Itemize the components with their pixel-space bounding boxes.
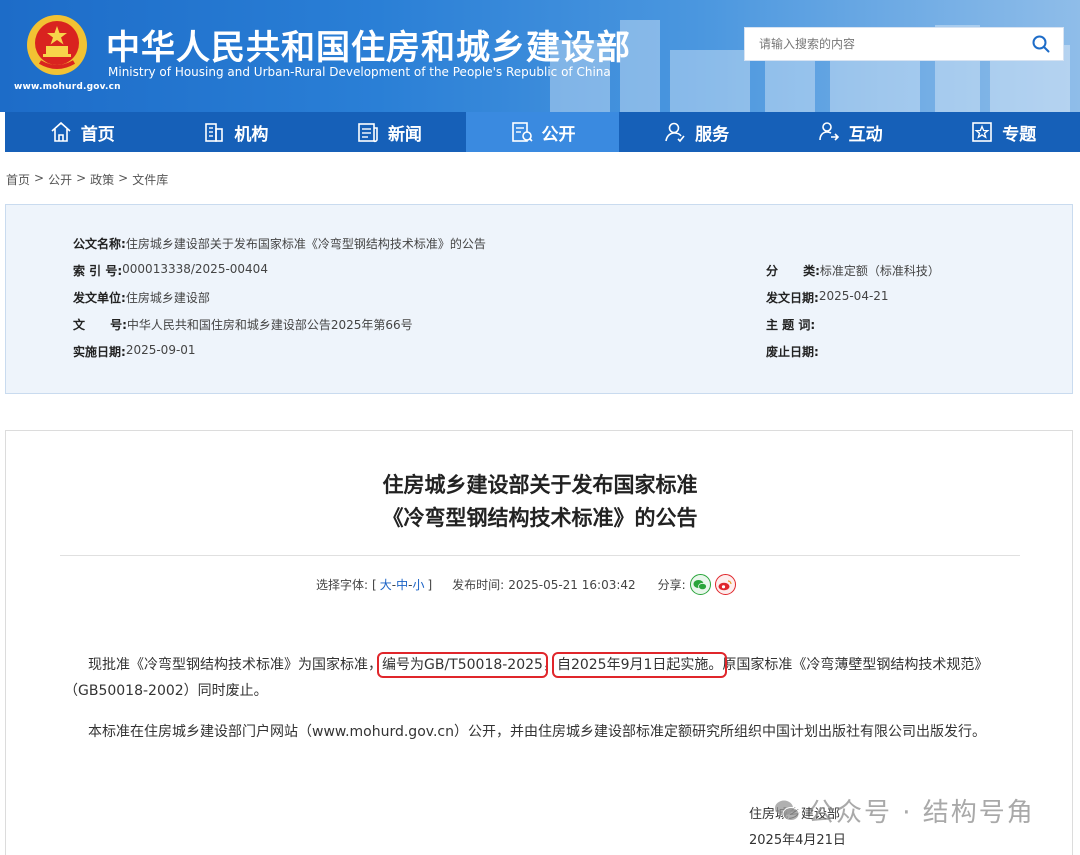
site-url: www.mohurd.gov.cn <box>14 82 121 92</box>
info-issue-date: 发文日期: 2025-04-21 <box>766 289 889 306</box>
article-paragraph-1-cont: （GB50018-2002）同时废止。 <box>64 683 268 699</box>
service-icon <box>665 122 685 143</box>
paragraph-text: ， <box>542 657 557 673</box>
site-header: www.mohurd.gov.cn 中华人民共和国住房和城乡建设部 Minist… <box>0 0 1080 112</box>
article-paragraph-1: 现批准《冷弯型钢结构技术标准》为国家标准，编号为GB/T50018-2025，自… <box>88 651 1048 679</box>
highlighted-effective-date: 自2025年9月1日起实施。 <box>551 652 728 678</box>
nav-topic-label: 专题 <box>1002 124 1037 145</box>
breadcrumb-home[interactable]: 首页 <box>6 171 30 188</box>
info-label: 索 引 号: <box>73 264 123 278</box>
font-size-medium-button[interactable]: 中 <box>396 576 408 593</box>
disclosure-icon <box>511 122 533 142</box>
search-button[interactable] <box>1019 28 1063 60</box>
publish-time-label: 发布时间: <box>452 578 505 592</box>
info-label: 文 号: <box>73 318 127 332</box>
breadcrumb-separator: > <box>118 171 129 185</box>
nav-interact-label: 互动 <box>848 124 883 145</box>
wechat-share-button[interactable] <box>689 574 711 595</box>
paragraph-text: 现批准《冷弯型钢结构技术标准》为国家标准， <box>88 657 382 673</box>
search-icon <box>1032 35 1050 53</box>
info-value: 中华人民共和国住房和城乡建设部公告2025年第66号 <box>126 318 413 332</box>
font-size-label: 选择字体: <box>316 578 369 592</box>
info-repeal-date: 废止日期: <box>766 343 819 360</box>
nav-service[interactable]: 服务 <box>619 112 773 152</box>
nav-institution[interactable]: 机构 <box>159 112 313 152</box>
nav-disclosure-label: 公开 <box>541 124 576 145</box>
home-icon <box>51 121 71 142</box>
breadcrumb-policy[interactable]: 政策 <box>90 171 114 188</box>
wechat-watermark-icon <box>775 800 800 821</box>
info-value: 住房城乡建设部 <box>125 291 210 305</box>
nav-topic[interactable]: 专题 <box>926 112 1080 152</box>
info-value: 2025-04-21 <box>818 289 889 303</box>
wechat-icon <box>693 579 708 590</box>
font-size-small-button[interactable]: 小 <box>412 576 424 593</box>
weibo-share-button[interactable] <box>714 574 736 595</box>
nav-home[interactable]: 首页 <box>5 112 159 152</box>
info-doc-no: 文 号: 中华人民共和国住房和城乡建设部公告2025年第66号 <box>73 316 413 333</box>
article-title-line1: 住房城乡建设部关于发布国家标准 <box>382 473 698 497</box>
info-issuer: 发文单位: 住房城乡建设部 <box>73 289 210 306</box>
breadcrumb: 首页 > 公开 > 政策 > 文件库 <box>6 171 168 188</box>
nav-institution-label: 机构 <box>234 124 269 145</box>
share-label: 分享: <box>657 578 686 592</box>
info-value: 住房城乡建设部关于发布国家标准《冷弯型钢结构技术标准》的公告 <box>125 237 486 251</box>
breadcrumb-disclosure[interactable]: 公开 <box>48 171 72 188</box>
font-size-large-button[interactable]: 大 <box>380 576 392 593</box>
info-label: 分 类: <box>766 264 820 278</box>
info-label: 实施日期: <box>73 345 126 359</box>
breadcrumb-library[interactable]: 文件库 <box>132 171 168 188</box>
search-input[interactable] <box>745 37 1019 51</box>
nav-home-label: 首页 <box>80 124 115 145</box>
site-title-cn: 中华人民共和国住房和城乡建设部 <box>106 28 631 68</box>
info-label: 主 题 词: <box>766 318 816 332</box>
nav-service-label: 服务 <box>695 124 730 145</box>
font-bracket-open: [ <box>372 577 377 592</box>
main-nav: 首页 机构 新闻 公开 服务 互动 专题 <box>5 112 1080 152</box>
title-divider <box>60 555 1020 556</box>
info-value: 2025-09-01 <box>125 343 196 357</box>
info-label: 废止日期: <box>766 345 819 359</box>
info-topic: 主 题 词: <box>766 316 815 333</box>
font-bracket-close: ] <box>427 577 433 592</box>
watermark: 公众号 · 结构号角 <box>774 792 1035 829</box>
highlighted-standard-number: 编号为GB/T50018-2025 <box>377 652 548 678</box>
info-effective-date: 实施日期: 2025-09-01 <box>73 343 196 360</box>
signature-date: 2025年4月21日 <box>749 833 846 848</box>
nav-disclosure[interactable]: 公开 <box>465 112 620 152</box>
paragraph-text: 原国家标准《冷弯薄壁型钢结构技术规范》 <box>722 657 989 673</box>
site-title-en: Ministry of Housing and Urban-Rural Deve… <box>108 65 611 79</box>
document-info-box: 公文名称: 住房城乡建设部关于发布国家标准《冷弯型钢结构技术标准》的公告 索 引… <box>5 204 1073 394</box>
weibo-icon <box>718 579 732 590</box>
info-value: 000013338/2025-00404 <box>122 262 268 276</box>
info-label: 发文单位: <box>73 291 126 305</box>
search-box <box>744 27 1064 61</box>
article-paragraph-2: 本标准在住房城乡建设部门户网站（www.mohurd.gov.cn）公开，并由住… <box>88 724 986 740</box>
nav-news[interactable]: 新闻 <box>312 112 466 152</box>
info-index: 索 引 号: 000013338/2025-00404 <box>73 262 268 279</box>
info-label: 公文名称: <box>73 237 126 251</box>
building-icon <box>205 123 224 142</box>
info-doc-name: 公文名称: 住房城乡建设部关于发布国家标准《冷弯型钢结构技术标准》的公告 <box>73 235 486 252</box>
article-meta: 选择字体: [ 大 - 中 - 小 ] 发布时间: 2025-05-21 16:… <box>316 574 736 595</box>
article-title-line2: 《冷弯型钢结构技术标准》的公告 <box>382 506 698 530</box>
info-category: 分 类: 标准定额（标准科技） <box>766 262 940 279</box>
publish-time: 2025-05-21 16:03:42 <box>508 577 636 592</box>
national-emblem-icon <box>27 15 87 75</box>
breadcrumb-separator: > <box>76 171 87 185</box>
interact-icon <box>818 122 839 141</box>
watermark-text: 公众号 · 结构号角 <box>808 798 1035 828</box>
nav-interact[interactable]: 互动 <box>773 112 927 152</box>
topic-star-icon <box>972 122 993 142</box>
nav-news-label: 新闻 <box>387 124 422 145</box>
breadcrumb-separator: > <box>34 171 45 185</box>
info-value: 标准定额（标准科技） <box>819 264 940 278</box>
info-label: 发文日期: <box>766 291 819 305</box>
news-icon <box>358 123 378 143</box>
